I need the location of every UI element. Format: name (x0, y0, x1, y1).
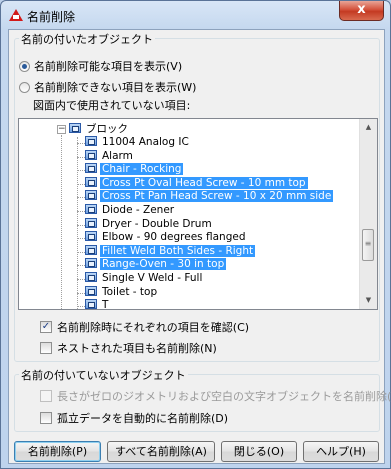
tree-line (77, 251, 85, 253)
tree-line (77, 183, 85, 185)
scroll-up-icon[interactable]: ▲ (360, 119, 377, 136)
tree-item-label: Diode - Zener (102, 204, 175, 216)
tree-item-label: Cross Pt Pan Head Screw - 10 x 20 mm sid… (100, 190, 334, 203)
tree-item-label: Cross Pt Oval Head Screw - 10 mm top (100, 176, 308, 189)
radio-button[interactable] (19, 60, 30, 72)
close-button[interactable]: 閉じる(O) (221, 441, 297, 462)
named-objects-group-label: 名前の付いたオブジェクト (19, 31, 155, 47)
tree-line (77, 238, 85, 240)
tree-item-label: Elbow - 90 degrees flanged (102, 231, 246, 244)
radio-show-purgeable-label: 名前削除可能な項目を表示(V) (34, 60, 183, 73)
tree-line (61, 135, 62, 309)
tree-line (77, 306, 85, 308)
autocad-logo-icon (9, 9, 23, 21)
tree-item-label: Range-Oven - 30 in top (100, 258, 227, 271)
tree-item[interactable]: Chair - Rocking (85, 163, 184, 176)
help-button[interactable]: ヘルプ(H) (303, 441, 379, 462)
checkbox-unchecked[interactable] (40, 412, 52, 424)
checkbox-unchecked[interactable] (40, 390, 52, 402)
tree-root-label: ブロック (86, 123, 128, 135)
tree-scrollbar[interactable]: ▲ ≡ ▼ (359, 119, 377, 309)
title-bar[interactable]: 名前削除 x (1, 1, 390, 29)
block-icon (85, 299, 97, 309)
block-icon (85, 204, 97, 214)
tree-item[interactable]: Single V Weld - Full (85, 272, 204, 285)
tree-item[interactable]: 11004 Analog IC (85, 136, 191, 149)
purge-nested-label: ネストされた項目も名前削除(N) (57, 342, 217, 355)
block-icon (85, 244, 97, 255)
confirm-each-checkbox[interactable]: ✓ 名前削除時にそれぞれの項目を確認(C) (40, 319, 249, 335)
purge-item-tree[interactable]: − ブロック 11004 Analog IC Alarm Chair - Rocki… (18, 118, 378, 310)
tree-item[interactable]: Fillet Weld Both Sides - Right (85, 244, 256, 258)
radio-show-purgeable[interactable]: 名前削除可能な項目を表示(V) (19, 58, 182, 74)
tree-item-label: T (102, 299, 109, 310)
block-icon (85, 163, 97, 174)
tree-line (77, 143, 85, 144)
block-icon (85, 149, 97, 160)
dialog-client: 名前の付いたオブジェクト 名前削除可能な項目を表示(V) 名前削除できない項目を… (8, 29, 391, 464)
block-icon (69, 123, 81, 133)
block-icon (85, 217, 97, 228)
window-title: 名前削除 (27, 10, 76, 24)
purge-zero-geometry-label: 長さがゼロのジオメトリおよび空白の文字オブジェクトを名前削除(Z) (57, 390, 391, 403)
radio-show-nonpurgeable[interactable]: 名前削除できない項目を表示(W) (19, 79, 196, 95)
tree-item[interactable]: Toilet - top (85, 285, 159, 299)
purge-zero-geometry-checkbox[interactable]: 長さがゼロのジオメトリおよび空白の文字オブジェクトを名前削除(Z) (40, 388, 391, 404)
unnamed-objects-group-label: 名前の付いていないオブジェクト (19, 367, 188, 383)
block-icon (85, 136, 97, 146)
radio-button[interactable] (19, 81, 30, 93)
confirm-each-label: 名前削除時にそれぞれの項目を確認(C) (57, 321, 250, 334)
tree-item[interactable]: Alarm (85, 149, 135, 163)
tree-item[interactable]: Cross Pt Oval Head Screw - 10 mm top (85, 176, 308, 190)
block-icon (85, 176, 97, 187)
purge-nested-checkbox[interactable]: ネストされた項目も名前削除(N) (40, 340, 217, 356)
tree-item[interactable]: Range-Oven - 30 in top (85, 258, 227, 271)
purge-orphan-label: 孤立データを自動的に名前削除(D) (57, 412, 229, 425)
tree-item[interactable]: Elbow - 90 degrees flanged (85, 231, 248, 244)
block-icon (85, 190, 97, 201)
tree-line (77, 292, 85, 294)
purge-all-button[interactable]: すべて名前削除(A) (107, 441, 215, 462)
tree-item[interactable]: Diode - Zener (85, 204, 176, 217)
tree-root-block[interactable]: ブロック (69, 123, 130, 136)
tree-caption: 図面内で使用されていない項目: (33, 99, 191, 112)
tree-item-label: Single V Weld - Full (102, 272, 203, 284)
scrollbar-thumb[interactable]: ≡ (362, 229, 374, 261)
checkbox-unchecked[interactable] (40, 342, 52, 354)
tree-item[interactable]: Cross Pt Pan Head Screw - 10 x 20 mm sid… (85, 190, 334, 203)
purge-dialog: 名前削除 x 名前の付いたオブジェクト 名前削除可能な項目を表示(V) 名前削除… (0, 0, 391, 469)
tree-line (77, 156, 85, 158)
close-icon[interactable]: x (339, 1, 384, 21)
tree-item[interactable]: T (85, 299, 110, 310)
purge-button[interactable]: 名前削除(P) (14, 441, 101, 462)
block-icon (85, 272, 97, 282)
tree-line (77, 279, 85, 280)
tree-item-label: Alarm (102, 149, 133, 162)
scroll-down-icon[interactable]: ▼ (360, 292, 377, 309)
purge-orphan-checkbox[interactable]: 孤立データを自動的に名前削除(D) (40, 410, 228, 426)
tree-item-label: Toilet - top (102, 285, 158, 298)
tree-item[interactable]: Dryer - Double Drum (85, 217, 214, 231)
checkbox-checked[interactable]: ✓ (40, 321, 52, 333)
block-icon (85, 285, 97, 296)
tree-line (77, 265, 85, 267)
tree-line (77, 224, 85, 226)
tree-item-label: Dryer - Double Drum (102, 217, 212, 230)
radio-show-nonpurgeable-label: 名前削除できない項目を表示(W) (34, 81, 197, 94)
tree-line (77, 211, 85, 212)
tree-line (77, 137, 78, 309)
tree-line (77, 170, 85, 172)
tree-item-label: Fillet Weld Both Sides - Right (100, 244, 256, 257)
block-icon (85, 258, 97, 269)
tree-line (77, 197, 85, 199)
block-icon (85, 231, 97, 242)
collapse-icon[interactable]: − (57, 125, 66, 134)
tree-item-label: 11004 Analog IC (102, 136, 189, 148)
tree-item-label: Chair - Rocking (100, 163, 184, 176)
